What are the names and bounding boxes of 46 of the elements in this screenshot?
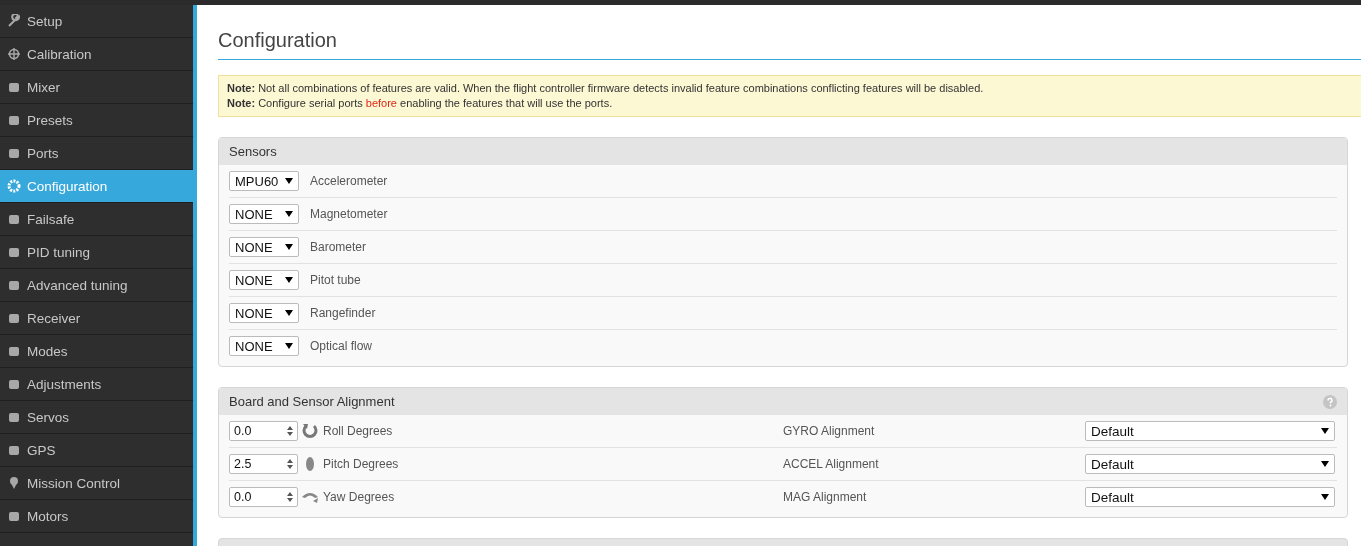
- caret-icon: [1321, 494, 1329, 500]
- note-text: Note: Configure serial ports before enabling the features that will use the ports.: [227, 96, 614, 111]
- axis-label: Pitch Degrees: [323, 457, 399, 471]
- spinner-icon[interactable]: [286, 491, 294, 503]
- sensor-dropdown[interactable]: MPU60: [229, 171, 299, 191]
- sensor-dropdown[interactable]: NONE: [229, 237, 299, 257]
- axis-label: Yaw Degrees: [323, 490, 395, 504]
- caret-icon: [285, 277, 293, 283]
- sensor-dropdown[interactable]: NONE: [229, 204, 299, 224]
- spinner-icon[interactable]: [286, 458, 294, 470]
- panel-title: Sensors: [229, 144, 277, 159]
- caret-icon: [285, 343, 293, 349]
- roll-icon: [301, 423, 319, 439]
- alignment-dropdown[interactable]: Default: [1085, 421, 1335, 441]
- caret-icon: [285, 211, 293, 217]
- alignment-label: MAG Alignment: [783, 490, 867, 504]
- caret-icon: [285, 178, 293, 184]
- caret-icon: [1321, 461, 1329, 467]
- note-text: Note: Not all combinations of features are valid. When the flight controller firmware detects invalid feature combinations conflicting features will be disabled.: [227, 81, 985, 96]
- panel-title: Board and Sensor Alignment: [229, 394, 395, 409]
- number-input[interactable]: 0.0: [229, 487, 298, 507]
- sensor-label: Accelerometer: [310, 174, 388, 188]
- sensor-label: Magnetometer: [310, 207, 388, 221]
- alignment-dropdown[interactable]: Default: [1085, 454, 1335, 474]
- number-input[interactable]: 2.5: [229, 454, 298, 474]
- caret-icon: [285, 310, 293, 316]
- crosshair-icon: [7, 47, 21, 61]
- sensor-label: Optical flow: [310, 339, 373, 353]
- caret-icon: [1321, 428, 1329, 434]
- page-title: Configuration: [218, 5, 1361, 60]
- number-input[interactable]: 0.0: [229, 421, 298, 441]
- map-pin-icon: [7, 476, 21, 490]
- sensor-label: Rangefinder: [310, 306, 376, 320]
- alignment-dropdown[interactable]: Default: [1085, 487, 1335, 507]
- gear-icon: [7, 179, 21, 193]
- sensor-label: Barometer: [310, 240, 367, 254]
- spinner-icon[interactable]: [286, 425, 294, 437]
- sensor-label: Pitot tube: [310, 273, 361, 287]
- sensor-dropdown[interactable]: NONE: [229, 303, 299, 323]
- wrench-icon: [7, 14, 21, 28]
- sensor-dropdown[interactable]: NONE: [229, 270, 299, 290]
- alignment-label: ACCEL Alignment: [783, 457, 879, 471]
- alignment-label: GYRO Alignment: [783, 424, 875, 438]
- caret-icon: [285, 244, 293, 250]
- sensor-dropdown[interactable]: NONE: [229, 336, 299, 356]
- axis-label: Roll Degrees: [323, 424, 393, 438]
